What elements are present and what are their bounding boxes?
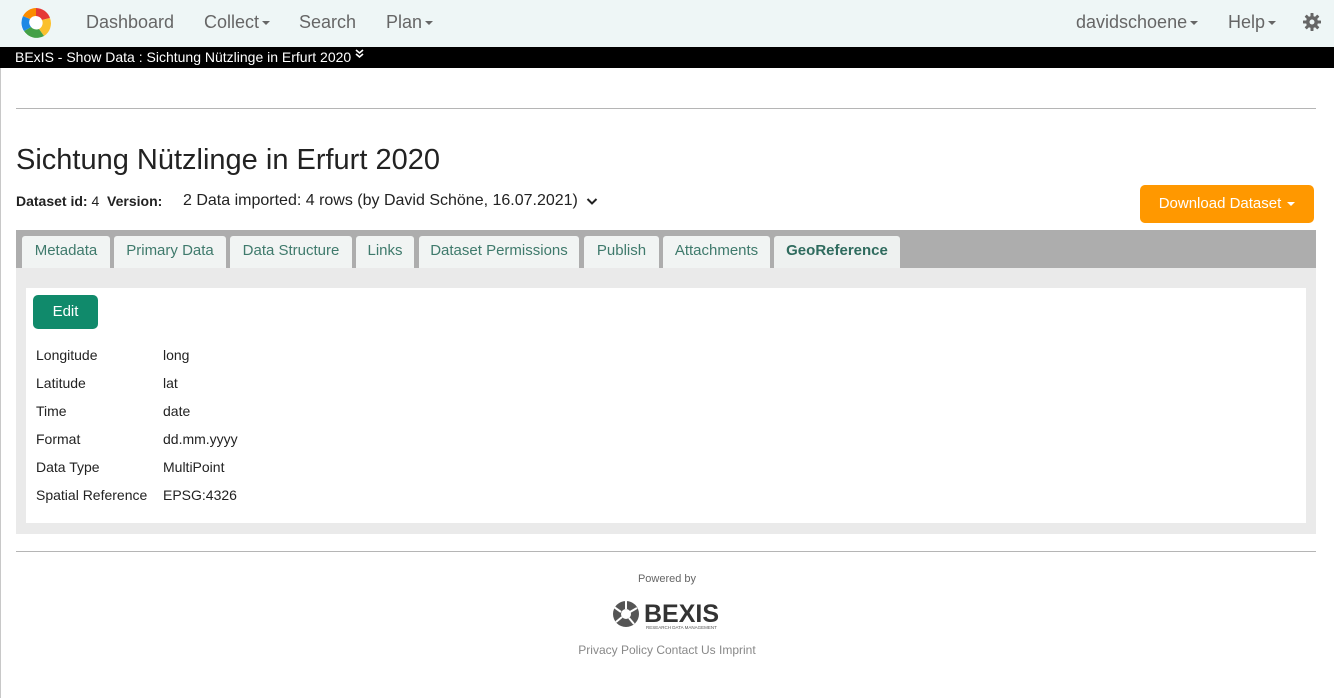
nav-collect-label: Collect [204, 12, 260, 32]
divider [16, 551, 1316, 552]
tab-dataset-permissions[interactable]: Dataset Permissions [419, 236, 579, 268]
edit-button[interactable]: Edit [33, 295, 98, 329]
tab-metadata[interactable]: Metadata [22, 236, 110, 268]
bexis-logo-subtext: RESEARCH DATA MANAGEMENT [646, 625, 717, 630]
nav-plan[interactable]: Plan [386, 12, 434, 33]
geo-label: Spatial Reference [36, 487, 148, 503]
divider [16, 108, 1316, 109]
privacy-policy-link[interactable]: Privacy Policy [578, 643, 653, 657]
geo-value: EPSG:4326 [163, 487, 237, 503]
nav-help-label: Help [1228, 12, 1266, 32]
powered-by-text: Powered by [637, 573, 697, 585]
page-title: Sichtung Nützlinge in Erfurt 2020 [16, 144, 440, 176]
nav-user-menu[interactable]: davidschoene [1076, 12, 1199, 33]
geo-value: long [163, 347, 190, 363]
geo-label: Time [36, 403, 67, 419]
version-select[interactable]: 2 Data imported: 4 rows (by David Schöne… [183, 192, 578, 210]
footer-links: Privacy Policy Contact Us Imprint [0, 643, 1334, 657]
tab-links[interactable]: Links [356, 236, 414, 268]
nav-help[interactable]: Help [1228, 12, 1277, 33]
tab-data-structure[interactable]: Data Structure [230, 236, 352, 268]
geo-label: Format [36, 431, 81, 447]
dataset-meta: Dataset id: 4 Version: [16, 193, 162, 209]
breadcrumb-bar: BExIS - Show Data : Sichtung Nützlinge i… [0, 47, 1334, 68]
version-label: Version: [107, 193, 163, 209]
geo-row-longitude: Longitude long [36, 347, 189, 363]
nav-user-label: davidschoene [1076, 12, 1188, 32]
geo-row-spatial-reference: Spatial Reference EPSG:4326 [36, 487, 237, 503]
geo-value: dd.mm.yyyy [163, 431, 238, 447]
tab-publish[interactable]: Publish [584, 236, 659, 268]
chevron-down-icon [425, 21, 434, 26]
tab-bar: Metadata Primary Data Data Structure Lin… [16, 230, 1316, 268]
dataset-id-value: 4 [91, 193, 100, 209]
nav-search[interactable]: Search [299, 12, 356, 33]
top-navbar: Dashboard Collect Search Plan davidschoe… [0, 0, 1334, 47]
chevron-down-icon [1268, 21, 1277, 26]
geo-label: Latitude [36, 375, 86, 391]
geo-row-format: Format dd.mm.yyyy [36, 431, 238, 447]
double-chevron-down-icon[interactable] [355, 47, 364, 59]
geo-row-time: Time date [36, 403, 190, 419]
chevron-down-icon [262, 21, 271, 26]
download-dataset-label: Download Dataset [1158, 195, 1282, 212]
bexis-logo-text: BEXIS [644, 600, 719, 628]
geo-label: Data Type [36, 459, 100, 475]
dataset-id-label: Dataset id: [16, 193, 88, 209]
breadcrumb-title: BExIS - Show Data : Sichtung Nützlinge i… [15, 49, 352, 65]
tab-primary-data[interactable]: Primary Data [114, 236, 226, 268]
nav-dashboard[interactable]: Dashboard [86, 12, 174, 33]
tab-georeference[interactable]: GeoReference [774, 236, 900, 268]
geo-label: Longitude [36, 347, 98, 363]
geo-value: MultiPoint [163, 459, 225, 475]
contact-us-link[interactable]: Contact Us [656, 643, 715, 657]
bexis-logo-icon[interactable] [20, 7, 52, 39]
chevron-down-icon [1190, 21, 1199, 26]
geo-value: date [163, 403, 191, 419]
chevron-down-icon[interactable] [586, 197, 598, 206]
gear-icon[interactable] [1302, 12, 1322, 32]
nav-plan-label: Plan [386, 12, 423, 32]
tab-attachments[interactable]: Attachments [663, 236, 770, 268]
bexis-footer-logo[interactable]: BEXIS RESEARCH DATA MANAGEMENT [610, 598, 730, 632]
left-border [0, 0, 1, 698]
download-dataset-button[interactable]: Download Dataset [1140, 185, 1314, 223]
chevron-down-icon [1287, 202, 1296, 207]
imprint-link[interactable]: Imprint [719, 643, 756, 657]
geo-row-latitude: Latitude lat [36, 375, 178, 391]
geo-row-data-type: Data Type MultiPoint [36, 459, 224, 475]
geo-value: lat [163, 375, 178, 391]
nav-collect[interactable]: Collect [204, 12, 271, 33]
